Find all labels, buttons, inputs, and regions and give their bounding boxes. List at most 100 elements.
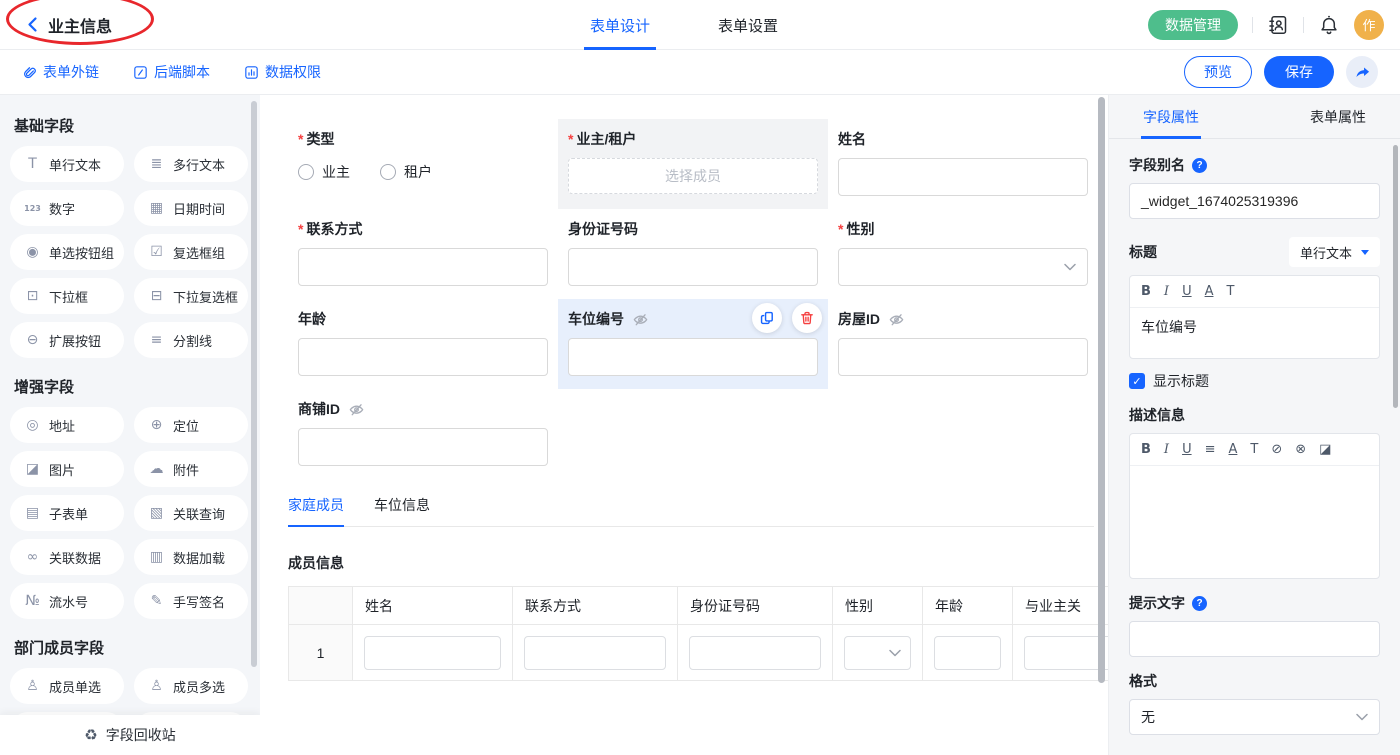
sidebar-scrollbar-thumb[interactable] — [251, 101, 257, 667]
field-shop-id[interactable]: 商铺ID — [288, 389, 558, 479]
copy-field-button[interactable] — [752, 303, 782, 333]
image-icon[interactable]: ◪ — [1319, 443, 1331, 456]
field-id-number[interactable]: 身份证号码 — [558, 209, 828, 299]
sidebar-item-signature[interactable]: ✎手写签名 — [134, 583, 248, 619]
sidebar-item-data-load[interactable]: ▥数据加载 — [134, 539, 248, 575]
panel-tab-form-properties[interactable]: 表单属性 — [1310, 95, 1366, 139]
panel-scrollbar-thumb[interactable] — [1393, 145, 1398, 408]
field-contact[interactable]: *联系方式 — [288, 209, 558, 299]
sidebar-item-checkbox-group[interactable]: ☑复选框组 — [134, 234, 248, 270]
bold-icon[interactable]: B — [1141, 285, 1151, 298]
notification-bell-icon[interactable] — [1318, 14, 1340, 36]
show-title-checkbox[interactable]: 显示标题 — [1129, 371, 1380, 391]
parking-no-input[interactable] — [568, 338, 818, 376]
radio-icon[interactable] — [298, 164, 314, 180]
id-number-input[interactable] — [568, 248, 818, 286]
form-canvas[interactable]: *类型 业主租户 *业主/租户 选择成员 姓名 *联系方式 身份证号码 — [260, 95, 1108, 755]
font-color-icon[interactable]: A — [1228, 443, 1237, 456]
help-icon[interactable]: ? — [1192, 596, 1207, 611]
desc-editor-content[interactable] — [1130, 466, 1379, 578]
tab-form-settings[interactable]: 表单设置 — [712, 0, 784, 50]
format-select[interactable]: 无 — [1129, 699, 1380, 735]
table-cell-input[interactable] — [1024, 636, 1108, 670]
underline-icon[interactable]: U — [1182, 285, 1192, 298]
font-size-icon[interactable]: T — [1250, 443, 1258, 456]
table-cell-select[interactable] — [844, 636, 911, 670]
field-age[interactable]: 年龄 — [288, 299, 558, 389]
italic-icon[interactable]: I — [1164, 443, 1169, 456]
field-house-id[interactable]: 房屋ID — [828, 299, 1098, 389]
sidebar-item-multi-line-text[interactable]: ≣多行文本 — [134, 146, 248, 182]
sidebar-scrollbar[interactable] — [251, 101, 257, 749]
sidebar-item-date-time[interactable]: ▦日期时间 — [134, 190, 248, 226]
sidebar-item-location[interactable]: ⊕定位 — [134, 407, 248, 443]
field-owner[interactable]: *业主/租户 选择成员 — [558, 119, 828, 209]
canvas-scrollbar-thumb[interactable] — [1098, 97, 1105, 683]
save-button[interactable]: 保存 — [1264, 56, 1334, 88]
sidebar-item-radio-button-group[interactable]: ◉单选按钮组 — [10, 234, 124, 270]
hint-input[interactable] — [1129, 621, 1380, 657]
canvas-scrollbar[interactable] — [1098, 95, 1106, 755]
bold-icon[interactable]: B — [1141, 443, 1151, 456]
back-icon[interactable] — [26, 16, 39, 33]
sidebar-item-linked-query[interactable]: ▧关联查询 — [134, 495, 248, 531]
unlink-icon[interactable]: ⊗ — [1295, 443, 1306, 456]
subtab-parking-info[interactable]: 车位信息 — [374, 495, 430, 526]
field-parking-no-selected[interactable]: 车位编号 — [558, 299, 828, 389]
title-editor-content[interactable]: 车位编号 — [1130, 308, 1379, 358]
back-nav[interactable]: 业主信息 — [16, 9, 122, 41]
preview-button[interactable]: 预览 — [1184, 56, 1252, 88]
share-button[interactable] — [1346, 56, 1378, 88]
panel-scrollbar[interactable] — [1393, 145, 1398, 745]
table-cell-input[interactable] — [524, 636, 666, 670]
sidebar-item-number[interactable]: 123数字 — [10, 190, 124, 226]
sidebar-item-extend-button[interactable]: ⊖扩展按钮 — [10, 322, 124, 358]
contacts-icon[interactable] — [1267, 14, 1289, 36]
sidebar-item-linked-data[interactable]: ∞关联数据 — [10, 539, 124, 575]
underline-icon[interactable]: U — [1182, 443, 1192, 456]
sidebar-item-attachment[interactable]: ☁附件 — [134, 451, 248, 487]
toolbar-link-data-permission[interactable]: 数据权限 — [244, 62, 321, 82]
radio-icon[interactable] — [380, 164, 396, 180]
table-cell-input[interactable] — [364, 636, 501, 670]
type-radio-option-0[interactable]: 业主 — [298, 162, 350, 182]
sidebar-item-image[interactable]: ◪图片 — [10, 451, 124, 487]
gender-select[interactable] — [838, 248, 1088, 286]
panel-tab-field-properties[interactable]: 字段属性 — [1143, 95, 1199, 139]
sidebar-item-sub-form[interactable]: ▤子表单 — [10, 495, 124, 531]
house-id-input[interactable] — [838, 338, 1088, 376]
sidebar-item-member-multi[interactable]: ♙成员多选 — [134, 668, 248, 704]
link-icon[interactable]: ⊘ — [1271, 443, 1282, 456]
sidebar-item-dropdown-multi[interactable]: ⊟下拉复选框 — [134, 278, 248, 314]
widget-type-select[interactable]: 单行文本 — [1289, 237, 1380, 267]
sidebar-item-serial-number[interactable]: №流水号 — [10, 583, 124, 619]
member-select-box[interactable]: 选择成员 — [568, 158, 818, 194]
alias-input[interactable]: _widget_1674025319396 — [1129, 183, 1380, 219]
avatar[interactable]: 作 — [1354, 10, 1384, 40]
toolbar-link-form-external-link[interactable]: 表单外链 — [22, 62, 99, 82]
contact-input[interactable] — [298, 248, 548, 286]
sidebar-item-member-single[interactable]: ♙成员单选 — [10, 668, 124, 704]
help-icon[interactable]: ? — [1192, 158, 1207, 173]
toolbar-link-backend-script[interactable]: 后端脚本 — [133, 62, 210, 82]
align-icon[interactable]: ≡ — [1205, 443, 1216, 456]
sidebar-item-single-line-text[interactable]: T单行文本 — [10, 146, 124, 182]
sidebar-item-divider[interactable]: ≡分割线 — [134, 322, 248, 358]
field-name[interactable]: 姓名 — [828, 119, 1098, 209]
field-recycle-bin[interactable]: ♻ 字段回收站 — [0, 715, 260, 755]
data-manage-button[interactable]: 数据管理 — [1148, 10, 1238, 40]
table-cell-input[interactable] — [689, 636, 821, 670]
field-type[interactable]: *类型 业主租户 — [288, 119, 558, 209]
field-gender[interactable]: *性别 — [828, 209, 1098, 299]
tab-form-design[interactable]: 表单设计 — [584, 0, 656, 50]
checkbox-checked-icon[interactable] — [1129, 373, 1145, 389]
age-input[interactable] — [298, 338, 548, 376]
subtab-family-members[interactable]: 家庭成员 — [288, 495, 344, 526]
shop-id-input[interactable] — [298, 428, 548, 466]
italic-icon[interactable]: I — [1164, 285, 1169, 298]
font-color-icon[interactable]: A — [1205, 285, 1214, 298]
font-size-icon[interactable]: T — [1226, 285, 1234, 298]
name-input[interactable] — [838, 158, 1088, 196]
table-cell-input[interactable] — [934, 636, 1001, 670]
sidebar-item-dropdown[interactable]: ⊡下拉框 — [10, 278, 124, 314]
